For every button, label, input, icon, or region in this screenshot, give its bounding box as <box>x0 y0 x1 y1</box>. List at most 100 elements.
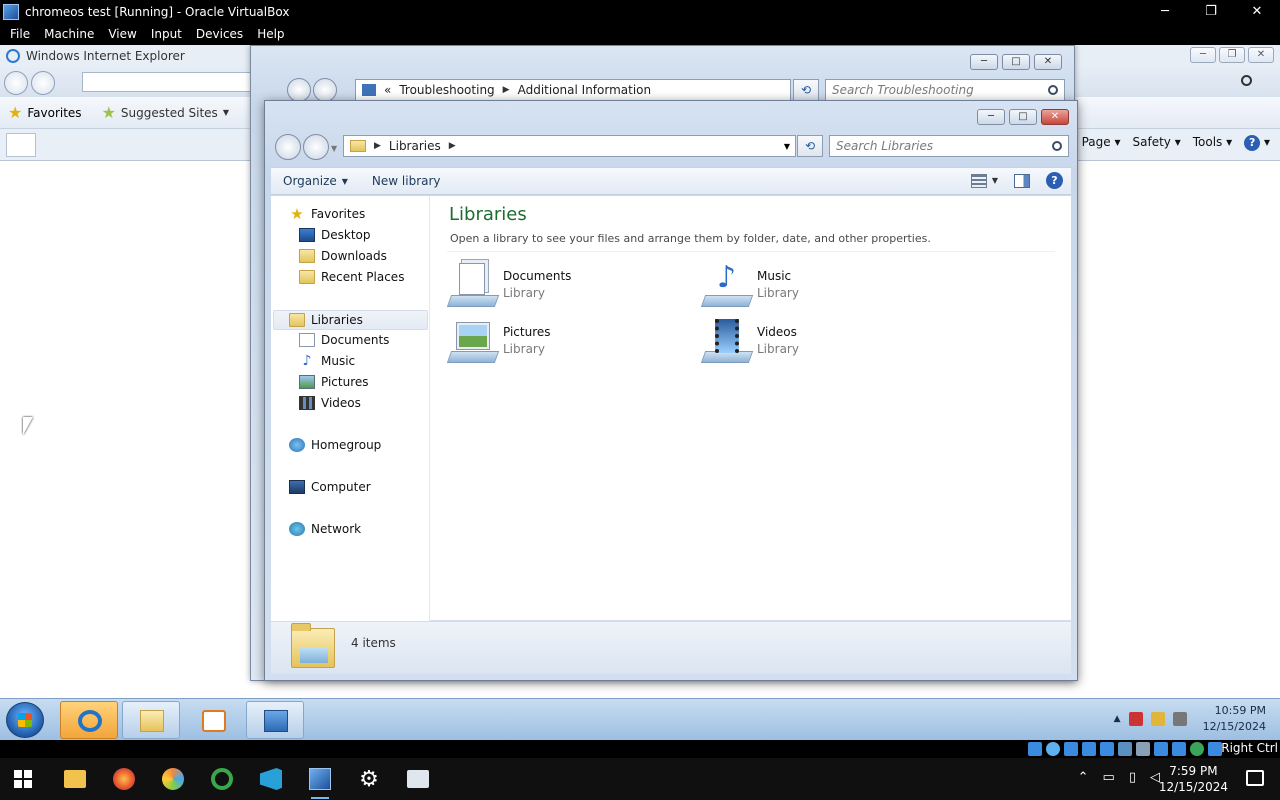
nav-downloads[interactable]: Downloads <box>299 249 387 263</box>
vbox-minimize-button[interactable]: ─ <box>1142 0 1188 23</box>
trouble-address-bar[interactable]: « Troubleshooting ▶ Additional Informati… <box>355 79 791 101</box>
nav-computer[interactable]: Computer <box>289 480 371 494</box>
battery-icon[interactable]: ▭ <box>1103 770 1115 785</box>
trouble-minimize-button[interactable]: ─ <box>970 54 998 70</box>
ie-restore-button[interactable]: ❐ <box>1219 47 1245 63</box>
display-icon[interactable] <box>1136 742 1150 756</box>
ie-tools-menu[interactable]: Tools ▾ <box>1193 135 1232 151</box>
menu-devices[interactable]: Devices <box>189 27 250 41</box>
change-view-button[interactable]: ▼ <box>970 173 998 188</box>
ie-help-menu[interactable]: ? ▾ <box>1244 135 1270 151</box>
usb-icon[interactable] <box>1100 742 1114 756</box>
audio-icon[interactable] <box>1064 742 1078 756</box>
host-settings-button[interactable]: ⚙ <box>354 764 384 794</box>
start-button[interactable] <box>6 702 44 738</box>
libraries-refresh-button[interactable]: ⟲ <box>797 135 823 157</box>
taskbar-network-button[interactable] <box>246 701 304 739</box>
libraries-close-button[interactable]: ✕ <box>1041 109 1069 125</box>
menu-view[interactable]: View <box>101 27 143 41</box>
recording-icon[interactable] <box>1154 742 1168 756</box>
menu-input[interactable]: Input <box>144 27 189 41</box>
action-center-icon[interactable] <box>1128 712 1143 726</box>
libraries-maximize-button[interactable]: □ <box>1009 109 1037 125</box>
recent-pages-dropdown[interactable]: ▼ <box>331 144 337 153</box>
nav-libraries[interactable]: Libraries <box>273 310 428 330</box>
address-dropdown-icon[interactable]: ▼ <box>784 142 790 151</box>
ie-forward-button[interactable] <box>31 71 55 95</box>
vbox-close-button[interactable]: ✕ <box>1234 0 1280 23</box>
nav-homegroup[interactable]: Homegroup <box>289 438 381 452</box>
host-paint-button[interactable] <box>158 764 188 794</box>
network-status-icon[interactable] <box>1150 712 1165 726</box>
ie-close-button[interactable]: ✕ <box>1248 47 1274 63</box>
host-virtualbox-button[interactable] <box>305 764 335 799</box>
preview-pane-icon[interactable] <box>1014 173 1030 188</box>
libraries-address-bar[interactable]: ▶ Libraries ▶ ▼ <box>343 135 796 157</box>
nav-network[interactable]: Network <box>289 522 361 536</box>
libraries-minimize-button[interactable]: ─ <box>977 109 1005 125</box>
ie-safety-menu[interactable]: Safety ▾ <box>1133 135 1181 151</box>
libraries-back-button[interactable] <box>275 134 301 160</box>
ie-address-input[interactable] <box>82 72 262 92</box>
crumb-libraries[interactable]: Libraries <box>389 139 441 153</box>
host-file-explorer-button[interactable] <box>60 764 90 794</box>
ie-suggested-sites[interactable]: ★ Suggested Sites ▼ <box>102 103 229 122</box>
library-documents[interactable]: Documents Library <box>446 260 669 308</box>
ie-back-button[interactable] <box>4 71 28 95</box>
ie-search-icon[interactable] <box>1241 75 1252 86</box>
notifications-icon[interactable] <box>1246 770 1264 786</box>
trouble-crumb-root[interactable]: « <box>384 83 391 97</box>
show-hidden-icons[interactable]: ▲ <box>1114 714 1121 724</box>
trouble-close-button[interactable]: ✕ <box>1034 54 1062 70</box>
shared-folders-icon[interactable] <box>1118 742 1132 756</box>
library-music[interactable]: ♪ Music Library <box>700 260 923 308</box>
trouble-forward-button[interactable] <box>313 78 337 102</box>
taskbar-explorer-button[interactable] <box>122 701 180 739</box>
trouble-search-input[interactable]: Search Troubleshooting <box>825 79 1065 101</box>
taskbar-media-player-button[interactable] <box>184 701 242 739</box>
nav-videos[interactable]: Videos <box>299 396 361 410</box>
trouble-back-button[interactable] <box>287 78 311 102</box>
hard-disk-icon[interactable] <box>1028 742 1042 756</box>
host-firefox-button[interactable] <box>109 764 139 794</box>
taskbar-ie-button[interactable] <box>60 701 118 739</box>
ie-page-menu[interactable]: Page ▾ <box>1082 135 1121 151</box>
trouble-maximize-button[interactable]: □ <box>1002 54 1030 70</box>
trouble-crumb-troubleshooting[interactable]: Troubleshooting <box>399 83 494 97</box>
library-videos[interactable]: Videos Library <box>700 316 923 364</box>
trouble-crumb-additional[interactable]: Additional Information <box>518 83 652 97</box>
trouble-refresh-button[interactable]: ⟲ <box>793 79 819 101</box>
organize-button[interactable]: Organize ▼ <box>271 174 360 188</box>
ie-favorites-button[interactable]: ★ Favorites <box>8 103 82 122</box>
guest-clock[interactable]: 10:59 PM 12/15/2024 <box>1203 703 1266 735</box>
vbox-restore-button[interactable]: ❐ <box>1188 0 1234 23</box>
nav-desktop[interactable]: Desktop <box>299 228 371 242</box>
menu-help[interactable]: Help <box>250 27 291 41</box>
vt-x-icon[interactable] <box>1190 742 1204 756</box>
new-library-button[interactable]: New library <box>360 174 453 188</box>
mouse-integration-icon[interactable] <box>1208 742 1222 756</box>
host-ie-button[interactable] <box>207 764 237 794</box>
libraries-forward-button[interactable] <box>303 134 329 160</box>
chevron-up-icon[interactable]: ⌃ <box>1078 770 1089 785</box>
optical-drive-icon[interactable] <box>1046 742 1060 756</box>
volume-muted-icon[interactable] <box>1172 712 1187 726</box>
nav-music[interactable]: ♪ Music <box>299 354 356 368</box>
nav-recent-places[interactable]: Recent Places <box>299 270 404 284</box>
host-clock[interactable]: 7:59 PM 12/15/2024 <box>1159 763 1228 795</box>
host-start-button[interactable] <box>8 764 38 794</box>
libraries-search-input[interactable]: Search Libraries <box>829 135 1069 157</box>
library-pictures[interactable]: Pictures Library <box>446 316 669 364</box>
help-icon[interactable]: ? <box>1046 172 1063 189</box>
nav-favorites[interactable]: ★ Favorites <box>289 207 365 222</box>
nav-pictures[interactable]: Pictures <box>299 375 369 389</box>
cpu-icon[interactable] <box>1172 742 1186 756</box>
nav-documents[interactable]: Documents <box>299 333 389 347</box>
host-vscode-button[interactable] <box>256 764 286 794</box>
menu-machine[interactable]: Machine <box>37 27 101 41</box>
menu-file[interactable]: File <box>3 27 37 41</box>
host-app-button[interactable] <box>403 764 433 794</box>
network-icon[interactable]: ▯ <box>1129 770 1136 785</box>
ie-minimize-button[interactable]: ─ <box>1190 47 1216 63</box>
ie-tab[interactable] <box>6 133 36 157</box>
